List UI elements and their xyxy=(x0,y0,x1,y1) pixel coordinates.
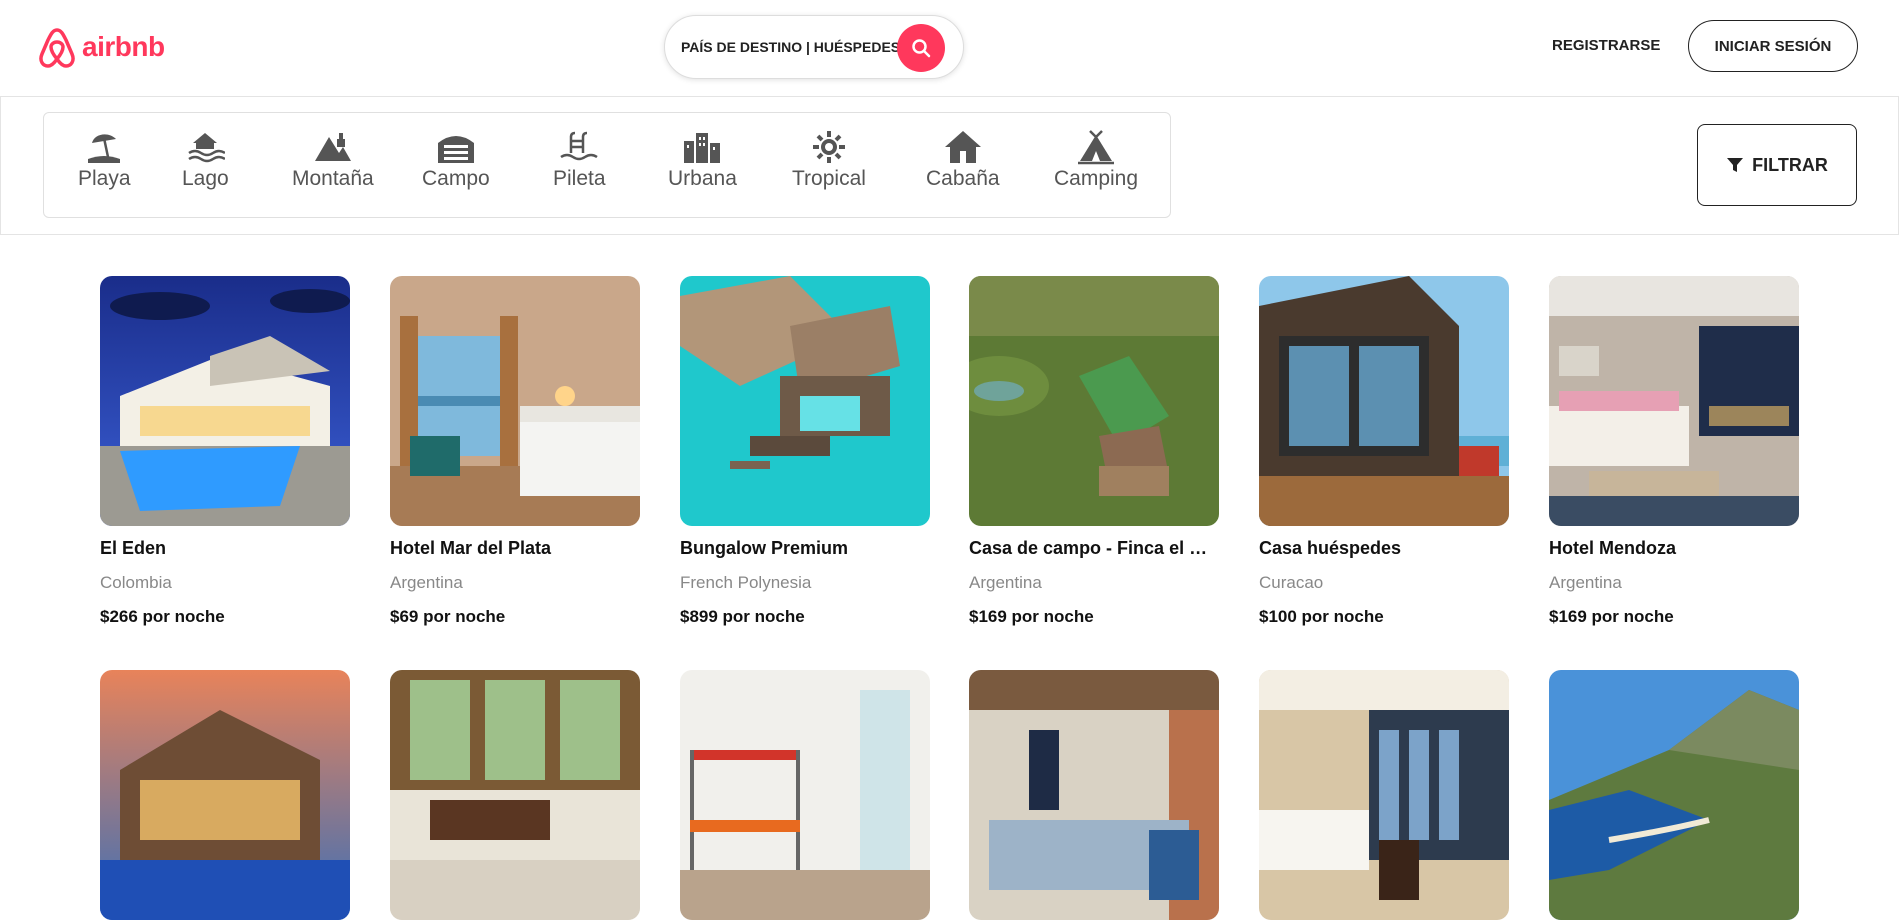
mountain-icon xyxy=(314,133,351,161)
listing-card[interactable] xyxy=(969,670,1219,920)
category-playa[interactable]: Playa xyxy=(78,129,131,191)
listing-title: El Eden xyxy=(100,538,167,558)
listing-photo[interactable] xyxy=(100,276,350,526)
barn-icon xyxy=(437,136,474,163)
lake-house-icon xyxy=(188,133,226,163)
listing-photo[interactable] xyxy=(1259,670,1509,920)
filter-label: FILTRAR xyxy=(1752,154,1828,175)
listing-photo[interactable] xyxy=(1549,276,1799,526)
listing-location: French Polynesia xyxy=(680,573,812,592)
listing-card[interactable] xyxy=(680,670,930,920)
register-link[interactable]: REGISTRARSE xyxy=(1552,37,1660,54)
listing-photo[interactable] xyxy=(390,670,640,920)
listing-price: $69 por noche xyxy=(390,607,506,626)
category-pileta[interactable]: Pileta xyxy=(553,129,606,191)
listing-location: Curacao xyxy=(1259,573,1324,592)
sun-icon xyxy=(812,131,845,163)
category-campo[interactable]: Campo xyxy=(422,129,490,191)
listing-card[interactable]: Hotel Mendoza Argentina $169 por noche xyxy=(1549,276,1799,627)
category-label: Campo xyxy=(422,167,490,190)
listing-title: Bungalow Premium xyxy=(680,538,849,558)
listing-card[interactable] xyxy=(1549,670,1799,920)
listing-photo[interactable] xyxy=(100,670,350,920)
listing-title: Casa de campo - Finca el Paso xyxy=(969,538,1219,558)
airbnb-logo-icon xyxy=(39,28,75,68)
listing-location: Colombia xyxy=(100,573,172,592)
category-label: Cabaña xyxy=(926,167,1000,190)
search-placeholder-text: PAÍS DE DESTINO | HUÉSPEDES xyxy=(681,39,901,55)
listing-card[interactable]: El Eden Colombia $266 por noche xyxy=(100,276,350,627)
category-label: Lago xyxy=(182,167,229,190)
category-list: Playa Lago Montaña Campo Pileta Urbana T… xyxy=(43,112,1171,218)
listing-photo[interactable] xyxy=(1259,276,1509,526)
listing-photo[interactable] xyxy=(969,670,1219,920)
listing-location: Argentina xyxy=(390,573,463,592)
logo-text: airbnb xyxy=(82,31,165,62)
category-label: Camping xyxy=(1054,167,1139,190)
category-label: Tropical xyxy=(792,167,866,190)
listing-card[interactable]: Casa de campo - Finca el Paso Argentina … xyxy=(969,276,1219,627)
listing-photo[interactable] xyxy=(390,276,640,526)
listing-photo[interactable] xyxy=(969,276,1219,526)
listing-price: $169 por noche xyxy=(1549,607,1674,626)
category-tropical[interactable]: Tropical xyxy=(792,129,866,191)
listing-title: Hotel Mar del Plata xyxy=(390,538,552,558)
listing-location: Argentina xyxy=(1549,573,1622,592)
login-button[interactable]: INICIAR SESIÓN xyxy=(1688,20,1858,72)
beach-umbrella-icon xyxy=(88,134,121,163)
house-icon xyxy=(944,131,981,163)
category-urbana[interactable]: Urbana xyxy=(668,129,737,191)
listing-title: Hotel Mendoza xyxy=(1549,538,1677,558)
listing-title: Casa huéspedes xyxy=(1259,538,1402,558)
pool-ladder-icon xyxy=(560,131,598,161)
listing-location: Argentina xyxy=(969,573,1042,592)
category-label: Playa xyxy=(78,167,131,190)
category-label: Urbana xyxy=(668,167,737,190)
search-icon xyxy=(912,39,931,58)
filter-button[interactable]: FILTRAR xyxy=(1697,124,1857,206)
listing-card[interactable] xyxy=(390,670,640,920)
listing-price: $169 por noche xyxy=(969,607,1094,626)
category-cabana[interactable]: Cabaña xyxy=(926,129,1000,191)
listing-card[interactable]: Hotel Mar del Plata Argentina $69 por no… xyxy=(390,276,640,627)
listing-photo[interactable] xyxy=(1549,670,1799,920)
listing-card[interactable] xyxy=(1259,670,1509,920)
tent-icon xyxy=(1078,130,1115,165)
filter-funnel-icon xyxy=(1727,158,1744,172)
listing-price: $266 por noche xyxy=(100,607,225,626)
airbnb-logo[interactable]: airbnb xyxy=(38,26,165,68)
category-camping[interactable]: Camping xyxy=(1054,129,1138,191)
top-header: airbnb PAÍS DE DESTINO | HUÉSPEDES REGIS… xyxy=(0,0,1899,96)
search-button[interactable] xyxy=(897,24,945,72)
category-label: Montaña xyxy=(292,167,374,190)
listing-card[interactable]: Bungalow Premium French Polynesia $899 p… xyxy=(680,276,930,627)
listing-price: $100 por noche xyxy=(1259,607,1384,626)
listing-photo[interactable] xyxy=(680,670,930,920)
listing-card[interactable] xyxy=(100,670,350,920)
listing-photo[interactable] xyxy=(680,276,930,526)
search-bar[interactable]: PAÍS DE DESTINO | HUÉSPEDES xyxy=(664,15,964,79)
category-label: Pileta xyxy=(553,167,606,190)
category-bar: Playa Lago Montaña Campo Pileta Urbana T… xyxy=(0,96,1899,235)
category-montana[interactable]: Montaña xyxy=(292,129,374,191)
listing-card[interactable]: Casa huéspedes Curacao $100 por noche xyxy=(1259,276,1509,627)
city-buildings-icon xyxy=(684,133,721,163)
listing-price: $899 por noche xyxy=(680,607,805,626)
category-lago[interactable]: Lago xyxy=(182,129,229,191)
